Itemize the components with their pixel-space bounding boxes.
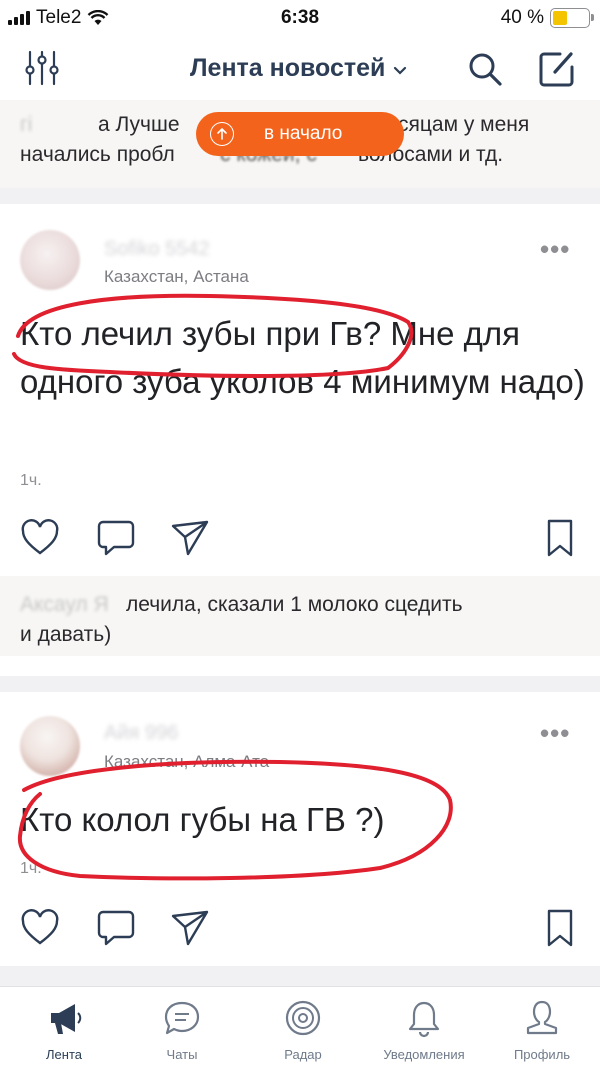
tab-label: Радар bbox=[284, 1047, 322, 1062]
tab-radar[interactable]: Радар bbox=[243, 987, 363, 1066]
battery-icon bbox=[550, 8, 594, 28]
post-time: 1ч. bbox=[20, 860, 42, 877]
share-send-icon[interactable] bbox=[170, 908, 210, 948]
scroll-to-top-button[interactable]: в начало bbox=[196, 112, 404, 156]
comment-icon[interactable] bbox=[96, 908, 136, 948]
divider bbox=[0, 676, 600, 692]
post-actions bbox=[0, 908, 600, 952]
more-options-icon[interactable]: ••• bbox=[540, 234, 570, 265]
comment-text: лечила, сказали 1 молоко сцедить bbox=[126, 593, 463, 616]
news-feed[interactable]: гі а Лучше сяцам у меня начались пробл с… bbox=[0, 100, 600, 986]
avatar[interactable] bbox=[20, 716, 80, 776]
tab-label: Профиль bbox=[513, 1047, 571, 1062]
comment-text-part: начались пробл bbox=[20, 143, 175, 166]
post-text[interactable]: Кто колол губы на ГВ ?) bbox=[20, 796, 585, 844]
arrow-up-icon bbox=[210, 122, 234, 146]
avatar[interactable] bbox=[20, 230, 80, 290]
post-author[interactable]: Sofiko 5542 bbox=[104, 238, 210, 261]
comment-author: гі bbox=[20, 113, 33, 136]
comment-icon[interactable] bbox=[96, 518, 136, 558]
share-send-icon[interactable] bbox=[170, 518, 210, 558]
comment-text-part: сяцам у меня bbox=[398, 113, 530, 136]
post-time: 1ч. bbox=[20, 472, 42, 489]
comment-author[interactable]: Аксаул Я bbox=[20, 590, 109, 620]
status-bar: Tele2 6:38 40 % bbox=[0, 0, 600, 36]
scroll-to-top-label: в начало bbox=[264, 123, 343, 144]
divider bbox=[0, 188, 600, 204]
chat-bubble-icon bbox=[164, 1001, 200, 1035]
page-title: Лента новостей bbox=[190, 54, 386, 82]
tab-profile[interactable]: Профиль bbox=[482, 987, 600, 1066]
post-author[interactable]: Айя 996 bbox=[104, 722, 178, 745]
tab-bar: Лента Чаты Радар Уведомления Профиль bbox=[0, 986, 600, 1066]
search-icon[interactable] bbox=[466, 50, 504, 88]
bell-icon bbox=[408, 1001, 440, 1038]
tab-label: Чаты bbox=[166, 1047, 198, 1062]
comment-preview[interactable]: Аксаул Я лечила, сказали 1 молоко сцедит… bbox=[0, 576, 600, 656]
bookmark-icon[interactable] bbox=[540, 908, 580, 948]
bookmark-icon[interactable] bbox=[540, 518, 580, 558]
status-right: 40 % bbox=[500, 7, 594, 29]
like-heart-icon[interactable] bbox=[20, 908, 60, 948]
filter-sliders-icon[interactable] bbox=[22, 50, 62, 86]
nav-bar: Лента новостей bbox=[0, 36, 600, 100]
post-location: Казахстан, Алма-Ата bbox=[104, 752, 270, 771]
post-text[interactable]: Кто лечил зубы при Гв? Мне для одного зу… bbox=[20, 310, 585, 406]
tab-notifications[interactable]: Уведомления bbox=[364, 987, 484, 1066]
tab-label: Уведомления bbox=[383, 1047, 465, 1062]
tab-chats[interactable]: Чаты bbox=[122, 987, 242, 1066]
like-heart-icon[interactable] bbox=[20, 518, 60, 558]
tab-feed[interactable]: Лента bbox=[4, 987, 124, 1066]
megaphone-icon bbox=[51, 1004, 82, 1034]
divider bbox=[0, 966, 600, 986]
tab-label: Лента bbox=[46, 1047, 82, 1062]
feed-title-dropdown[interactable]: Лента новостей bbox=[190, 54, 407, 83]
post-location: Казахстан, Астана bbox=[104, 267, 249, 286]
post-actions bbox=[0, 518, 600, 562]
comment-text: и давать) bbox=[20, 623, 112, 646]
person-icon bbox=[526, 1000, 558, 1035]
comment-text-part: а Лучше bbox=[98, 113, 180, 136]
radar-icon bbox=[285, 1000, 321, 1036]
battery-percent: 40 % bbox=[500, 7, 544, 28]
chevron-down-icon bbox=[394, 66, 407, 75]
compose-icon[interactable] bbox=[538, 50, 576, 88]
more-options-icon[interactable]: ••• bbox=[540, 718, 570, 749]
